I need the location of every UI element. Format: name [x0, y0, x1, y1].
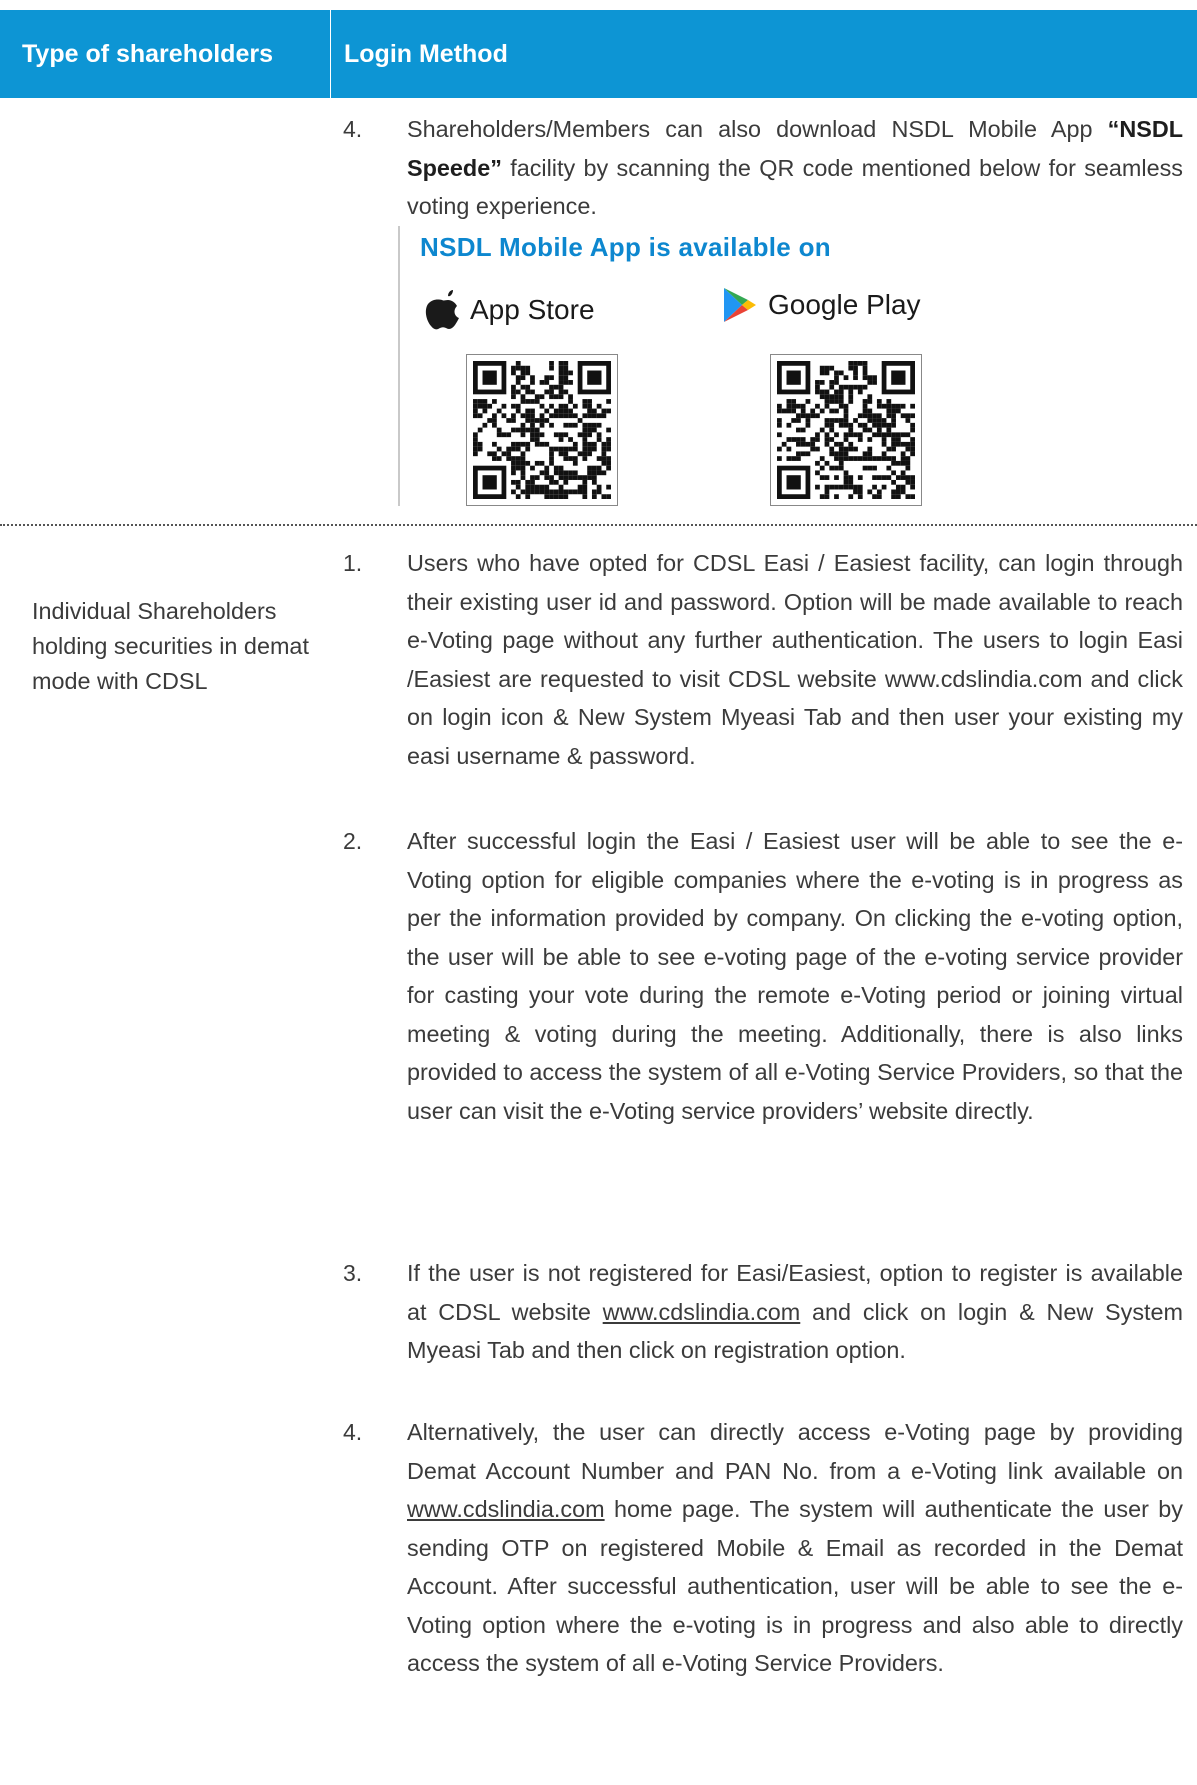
item-number: 3. [343, 1260, 363, 1286]
header-login-method: Login Method [344, 39, 508, 68]
nsdl-app-block: NSDL Mobile App is available on App Stor… [398, 226, 958, 506]
app-store-badge[interactable]: App Store [424, 290, 595, 330]
cdsl-item-1: 1. Users who have opted for CDSL Easi / … [343, 544, 1183, 775]
item-text-part: facility by scanning the QR code mention… [407, 154, 1183, 220]
document-page: Type of shareholders Login Method 4. Sha… [0, 0, 1197, 1785]
item-text-part: Alternatively, the user can directly acc… [407, 1419, 1183, 1484]
item-text: Users who have opted for CDSL Easi / Eas… [407, 550, 1183, 769]
header-type-of-shareholders: Type of shareholders [22, 39, 273, 68]
shareholder-type-cdsl: Individual Shareholders holding securiti… [32, 598, 309, 694]
item-number: 2. [343, 828, 363, 854]
apple-icon [425, 290, 459, 330]
item-number: 4. [343, 1419, 363, 1445]
cdsl-item-3: 3. If the user is not registered for Eas… [343, 1254, 1183, 1370]
cdsl-website-link[interactable]: www.cdslindia.com [407, 1496, 605, 1522]
qr-code-image [473, 361, 611, 499]
cdsl-item-2: 2. After successful login the Easi / Eas… [343, 822, 1183, 1130]
google-play-label: Google Play [768, 289, 921, 320]
item-text: Shareholders/Members can also download N… [407, 110, 1183, 226]
item-text: Alternatively, the user can directly acc… [407, 1413, 1183, 1683]
item-text: After successful login the Easi / Easies… [407, 828, 1183, 1124]
item-text: If the user is not registered for Easi/E… [407, 1254, 1183, 1370]
app-store-label: App Store [470, 294, 595, 325]
google-play-icon [724, 288, 756, 322]
app-store-qr-code [466, 354, 618, 506]
google-play-badge[interactable]: Google Play [720, 286, 921, 324]
cdsl-website-link[interactable]: www.cdslindia.com [603, 1299, 801, 1325]
header-divider [330, 10, 331, 98]
google-play-qr-code [770, 354, 922, 506]
qr-code-image [777, 361, 915, 499]
item-text-part: Shareholders/Members can also download N… [407, 116, 1108, 142]
item-number: 4. [343, 116, 363, 142]
row-separator [0, 524, 1197, 526]
app-availability-title: NSDL Mobile App is available on [420, 232, 831, 262]
item-text-part: home page. The system will authenticate … [407, 1496, 1183, 1676]
cdsl-item-4: 4. Alternatively, the user can directly … [343, 1413, 1183, 1683]
item-number: 1. [343, 550, 363, 576]
nsdl-item-4: 4. Shareholders/Members can also downloa… [343, 110, 1183, 226]
